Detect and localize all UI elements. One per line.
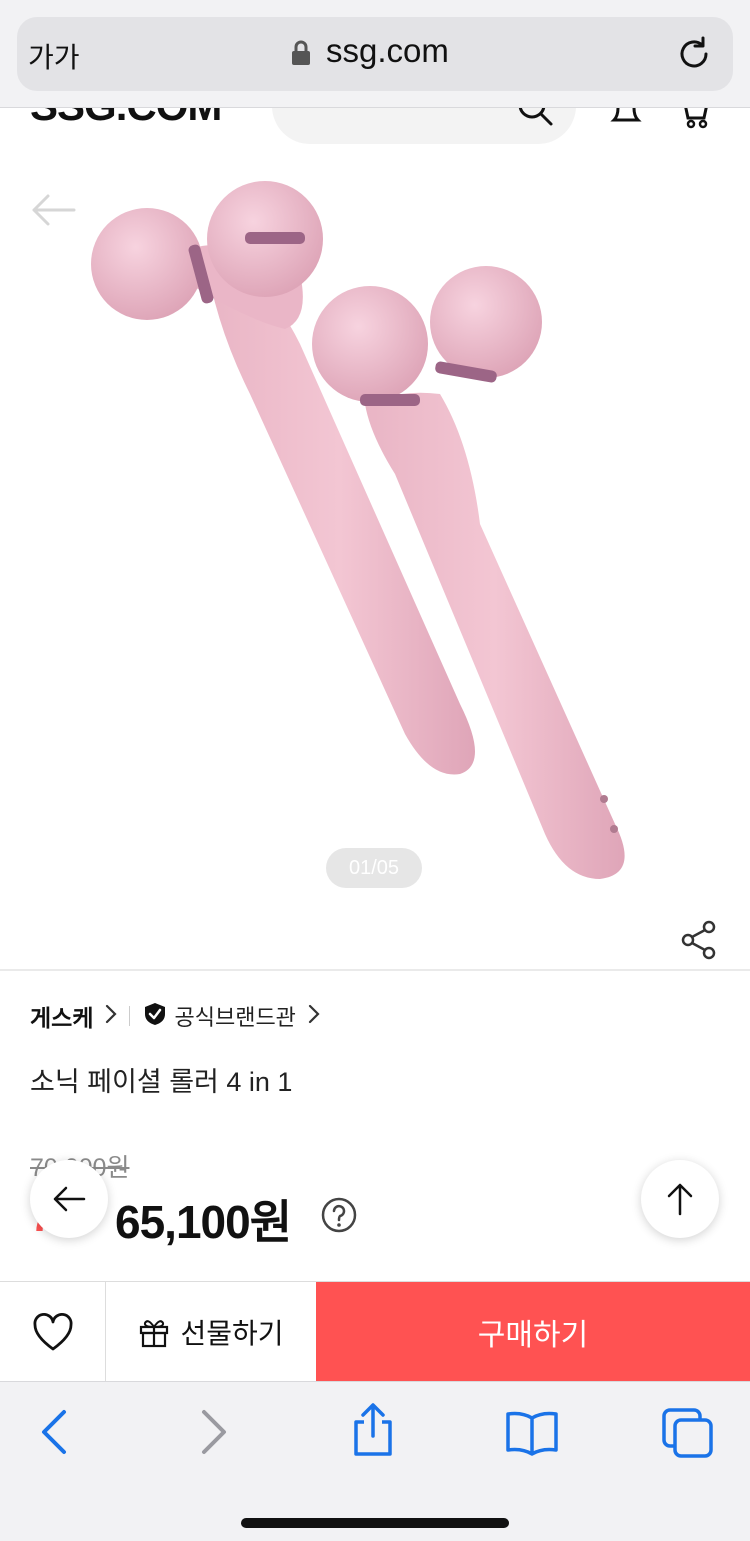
product-photo: [91, 181, 625, 879]
browser-toolbar: [0, 1381, 750, 1541]
reload-icon[interactable]: [676, 34, 714, 79]
floating-back-button[interactable]: [30, 1160, 108, 1238]
home-indicator: [241, 1518, 509, 1528]
back-arrow-icon[interactable]: [30, 192, 76, 233]
sale-price: 65,100원: [115, 1196, 292, 1248]
safari-share-icon[interactable]: [350, 1402, 396, 1463]
gift-icon: [140, 1320, 169, 1348]
share-icon[interactable]: [680, 920, 718, 965]
gift-button[interactable]: 선물하기: [106, 1282, 316, 1382]
url-text[interactable]: ssg.com: [326, 32, 449, 70]
gift-label: 선물하기: [180, 1318, 284, 1349]
text-size-button[interactable]: 가가: [28, 36, 80, 76]
bookmarks-icon[interactable]: [504, 1408, 560, 1461]
lock-icon: [290, 39, 312, 72]
product-title: 소닉 페이셜 롤러 4 in 1: [30, 1067, 293, 1097]
image-counter: 01/05: [326, 848, 422, 888]
product-gallery[interactable]: 01/05: [0, 144, 750, 970]
help-icon[interactable]: [320, 1196, 358, 1239]
search-icon[interactable]: [515, 108, 555, 133]
safari-back-icon[interactable]: [38, 1408, 70, 1461]
browser-top-bar: 가가 ssg.com: [0, 0, 750, 108]
tabs-icon[interactable]: [662, 1408, 714, 1463]
brand-row: 게스케 공식브랜드관: [30, 1000, 320, 1032]
buy-button[interactable]: 구매하기: [316, 1282, 750, 1382]
chevron-right-icon: [105, 1004, 118, 1029]
divider: [129, 1006, 131, 1026]
site-header: SSG.COM: [0, 108, 750, 144]
purchase-bar: 선물하기 구매하기: [0, 1281, 750, 1382]
divider: [0, 969, 750, 971]
safari-forward-icon[interactable]: [198, 1408, 230, 1461]
bell-icon[interactable]: [608, 108, 644, 135]
chevron-right-icon: [308, 1004, 320, 1029]
cart-icon[interactable]: [681, 108, 717, 137]
arrow-up-icon: [667, 1183, 693, 1216]
brand-link[interactable]: 게스케: [30, 999, 93, 1033]
like-button[interactable]: [0, 1282, 106, 1382]
site-logo[interactable]: SSG.COM: [30, 108, 222, 130]
verified-shield-icon: [144, 1002, 166, 1031]
official-store-link[interactable]: 공식브랜드관: [174, 1000, 295, 1032]
heart-icon: [33, 1313, 72, 1351]
back-arrow-icon: [53, 1186, 86, 1212]
scroll-to-top-button[interactable]: [641, 1160, 719, 1238]
